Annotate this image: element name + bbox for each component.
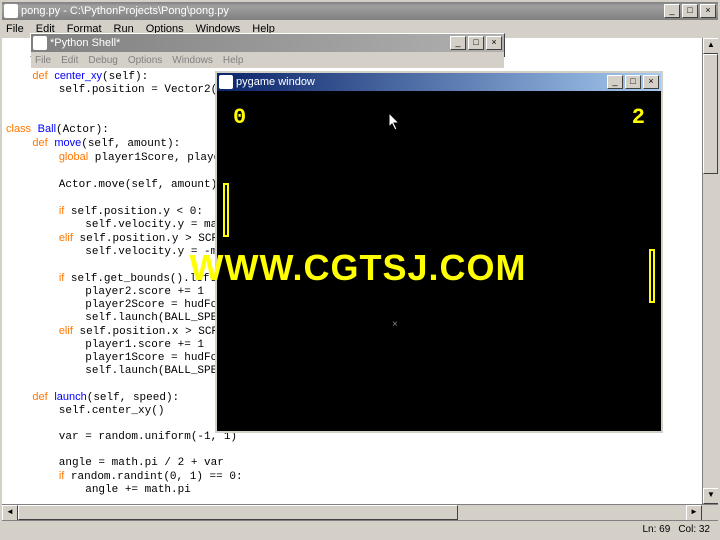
game-canvas: 0 2 × (217, 91, 661, 431)
close-button[interactable]: × (700, 4, 716, 18)
menu-options[interactable]: Options (128, 55, 162, 66)
scroll-thumb[interactable] (703, 54, 718, 174)
python-icon (33, 36, 47, 50)
maximize-button[interactable]: □ (625, 75, 641, 89)
ball: × (392, 319, 398, 330)
paddle-left (223, 183, 229, 237)
menu-file[interactable]: File (35, 55, 51, 66)
minimize-button[interactable]: _ (664, 4, 680, 18)
scroll-right-button[interactable]: ► (686, 505, 702, 520)
pygame-title: pygame window (236, 76, 607, 88)
maximize-button[interactable]: □ (468, 36, 484, 50)
score-left: 0 (233, 105, 246, 130)
menu-windows[interactable]: Windows (172, 55, 213, 66)
close-button[interactable]: × (486, 36, 502, 50)
menu-file[interactable]: File (6, 23, 24, 35)
paddle-right (649, 249, 655, 303)
pygame-icon (219, 75, 233, 89)
vertical-scrollbar[interactable]: ▲ ▼ (702, 38, 718, 504)
python-icon (4, 4, 18, 18)
status-bar: Ln: 69 Col: 32 (2, 520, 718, 538)
shell-menubar: File Edit Debug Options Windows Help (31, 52, 504, 68)
menu-help[interactable]: Help (223, 55, 244, 66)
shell-title: *Python Shell* (50, 37, 450, 49)
scroll-left-button[interactable]: ◄ (2, 505, 18, 520)
status-col: Col: 32 (678, 524, 710, 535)
minimize-button[interactable]: _ (607, 75, 623, 89)
status-line: Ln: 69 (643, 524, 671, 535)
scroll-down-button[interactable]: ▼ (703, 488, 718, 504)
menu-edit[interactable]: Edit (61, 55, 78, 66)
pygame-window[interactable]: pygame window _ □ × 0 2 × (215, 71, 663, 433)
menu-debug[interactable]: Debug (88, 55, 117, 66)
close-button[interactable]: × (643, 75, 659, 89)
editor-title: pong.py - C:\PythonProjects\Pong\pong.py (21, 5, 664, 17)
pygame-titlebar[interactable]: pygame window _ □ × (217, 73, 661, 91)
shell-window[interactable]: *Python Shell* _ □ × File Edit Debug Opt… (30, 33, 505, 57)
minimize-button[interactable]: _ (450, 36, 466, 50)
score-right: 2 (632, 105, 645, 130)
scroll-thumb-h[interactable] (18, 505, 458, 520)
scroll-up-button[interactable]: ▲ (703, 38, 718, 54)
maximize-button[interactable]: □ (682, 4, 698, 18)
editor-titlebar[interactable]: pong.py - C:\PythonProjects\Pong\pong.py… (2, 2, 718, 20)
horizontal-scrollbar[interactable]: ◄ ► (2, 504, 718, 520)
shell-titlebar[interactable]: *Python Shell* _ □ × (31, 34, 504, 52)
